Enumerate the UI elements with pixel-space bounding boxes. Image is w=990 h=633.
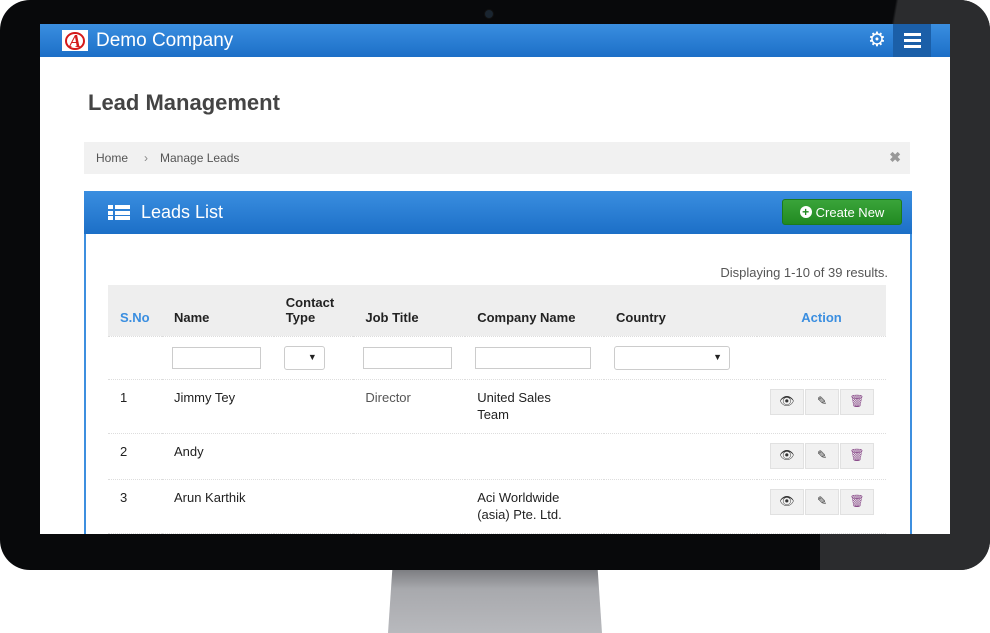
menu-toggle-button[interactable] bbox=[893, 24, 931, 57]
col-sno[interactable]: S.No bbox=[108, 285, 162, 336]
cell-contact-type bbox=[273, 479, 354, 534]
cell-country bbox=[604, 433, 757, 480]
monitor-frame: A Demo Company ⚙ Lead Management Home › … bbox=[0, 0, 990, 570]
caret-down-icon: ▼ bbox=[307, 351, 317, 362]
trash-icon: 🗑 bbox=[849, 394, 865, 408]
eye-icon: 👁 bbox=[779, 448, 795, 462]
panel-title: Leads List bbox=[141, 202, 224, 222]
delete-button[interactable]: 🗑 bbox=[840, 442, 874, 469]
table-row: 3 Arun Karthik Aci Worldwide (asia) Pte. … bbox=[108, 479, 886, 534]
delete-button[interactable]: 🗑 bbox=[840, 388, 874, 415]
leads-table: S.No Name Contact Type Job Title Company … bbox=[108, 285, 886, 534]
cell-name: Andy bbox=[161, 433, 274, 480]
close-icon[interactable]: ✖ bbox=[889, 149, 901, 166]
col-name: Name bbox=[173, 309, 210, 325]
cell-country bbox=[604, 479, 757, 534]
view-button[interactable]: 👁 bbox=[770, 488, 804, 515]
pencil-icon: ✎ bbox=[816, 494, 828, 508]
cell-sno: 1 bbox=[108, 379, 162, 434]
cell-company: Aci Worldwide (asia) Pte. Ltd. bbox=[465, 479, 605, 534]
breadcrumb-home[interactable]: Home bbox=[96, 151, 128, 165]
breadcrumb-separator: › bbox=[144, 151, 148, 165]
country-filter-select[interactable]: ▼ bbox=[614, 345, 731, 370]
col-job-title: Job Title bbox=[365, 309, 419, 325]
cell-name: Jimmy Tey bbox=[161, 379, 274, 434]
cell-sno: 2 bbox=[108, 433, 162, 480]
eye-icon: 👁 bbox=[779, 494, 795, 508]
company-filter-input[interactable] bbox=[475, 346, 592, 369]
col-contact-type: Contact Type bbox=[285, 294, 335, 325]
col-action[interactable]: Action bbox=[757, 285, 886, 336]
trash-icon: 🗑 bbox=[849, 448, 865, 462]
contact-type-filter-select[interactable]: ▼ bbox=[283, 345, 325, 370]
gear-icon[interactable]: ⚙ bbox=[866, 29, 888, 51]
cell-job-title: Director bbox=[353, 379, 466, 434]
trash-icon: 🗑 bbox=[849, 494, 865, 508]
company-logo[interactable]: A bbox=[62, 30, 88, 51]
name-filter-input[interactable] bbox=[171, 346, 261, 369]
create-new-button[interactable]: + Create New bbox=[782, 199, 902, 225]
job-title-filter-input[interactable] bbox=[363, 346, 453, 369]
edit-button[interactable]: ✎ bbox=[805, 442, 839, 469]
leads-panel: Leads List + Create New Displaying 1-10 … bbox=[84, 191, 912, 534]
edit-button[interactable]: ✎ bbox=[805, 488, 839, 515]
screen: A Demo Company ⚙ Lead Management Home › … bbox=[40, 24, 950, 534]
top-navbar: A Demo Company ⚙ bbox=[40, 24, 950, 57]
panel-header: Leads List + Create New bbox=[84, 191, 912, 234]
results-summary: Displaying 1-10 of 39 results. bbox=[720, 265, 888, 280]
table-row: 2 Andy 👁 ✎ 🗑 bbox=[108, 433, 886, 480]
hamburger-icon bbox=[903, 33, 921, 36]
cell-contact-type bbox=[273, 433, 354, 480]
create-new-label: Create New bbox=[815, 204, 885, 220]
pencil-icon: ✎ bbox=[816, 448, 828, 462]
logo-a-icon: A bbox=[65, 31, 85, 50]
view-button[interactable]: 👁 bbox=[770, 388, 804, 415]
cell-company: United Sales Team bbox=[465, 379, 605, 434]
cell-company bbox=[465, 433, 605, 480]
filter-row: ▼ ▼ bbox=[108, 335, 886, 380]
edit-button[interactable]: ✎ bbox=[805, 388, 839, 415]
pencil-icon: ✎ bbox=[816, 394, 828, 408]
eye-icon: 👁 bbox=[779, 394, 795, 408]
view-button[interactable]: 👁 bbox=[770, 442, 804, 469]
delete-button[interactable]: 🗑 bbox=[840, 488, 874, 515]
page-title: Lead Management bbox=[88, 90, 280, 115]
table-row: 1 Jimmy Tey Director United Sales Team 👁 … bbox=[108, 379, 886, 434]
breadcrumb-current: Manage Leads bbox=[160, 151, 240, 165]
camera-dot bbox=[484, 9, 494, 19]
breadcrumb: Home › Manage Leads ✖ bbox=[84, 142, 910, 174]
cell-country bbox=[604, 379, 757, 434]
cell-job-title bbox=[353, 479, 466, 534]
cell-contact-type bbox=[273, 379, 354, 434]
monitor-stand bbox=[388, 570, 602, 633]
list-icon bbox=[108, 205, 130, 220]
brand-name[interactable]: Demo Company bbox=[96, 30, 233, 52]
cell-job-title bbox=[353, 433, 466, 480]
cell-name: Arun Karthik bbox=[161, 479, 274, 534]
cell-sno: 3 bbox=[108, 479, 162, 534]
table-header-row: S.No Name Contact Type Job Title Company … bbox=[108, 285, 886, 336]
caret-down-icon: ▼ bbox=[713, 351, 723, 362]
plus-circle-icon: + bbox=[799, 206, 812, 218]
col-country: Country bbox=[616, 309, 666, 325]
col-company-name: Company Name bbox=[477, 309, 576, 325]
